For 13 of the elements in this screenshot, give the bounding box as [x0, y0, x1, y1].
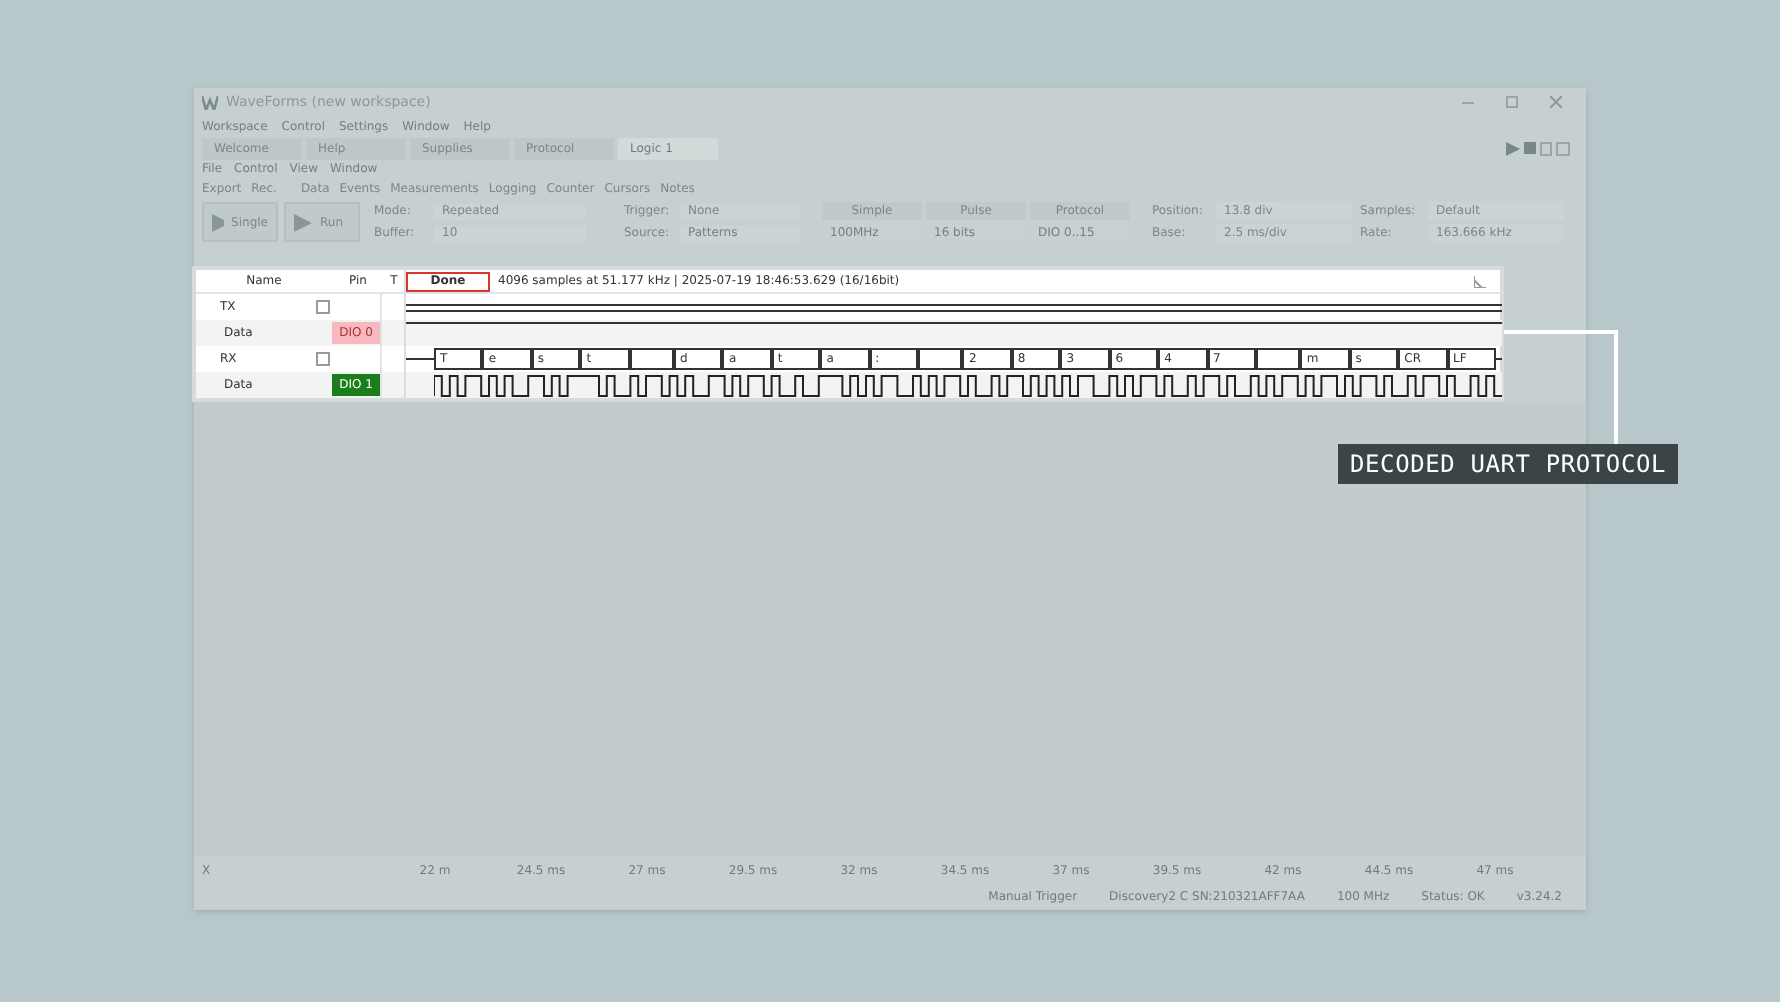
maximize-icon[interactable]	[1506, 96, 1518, 108]
decoded-byte	[629, 348, 675, 370]
callout-label: DECODED UART PROTOCOL	[1338, 444, 1679, 484]
app-logo-icon	[202, 95, 218, 109]
cursor-tool-icon[interactable]	[1474, 275, 1486, 287]
play-icon	[294, 213, 312, 231]
play-icon[interactable]	[1506, 141, 1520, 155]
stop-icon[interactable]	[1524, 142, 1536, 154]
decoded-byte	[1255, 348, 1301, 370]
close-icon[interactable]	[1550, 96, 1562, 108]
decoded-byte	[918, 348, 963, 370]
play-icon	[212, 213, 224, 231]
minimize-icon[interactable]	[1462, 101, 1474, 103]
